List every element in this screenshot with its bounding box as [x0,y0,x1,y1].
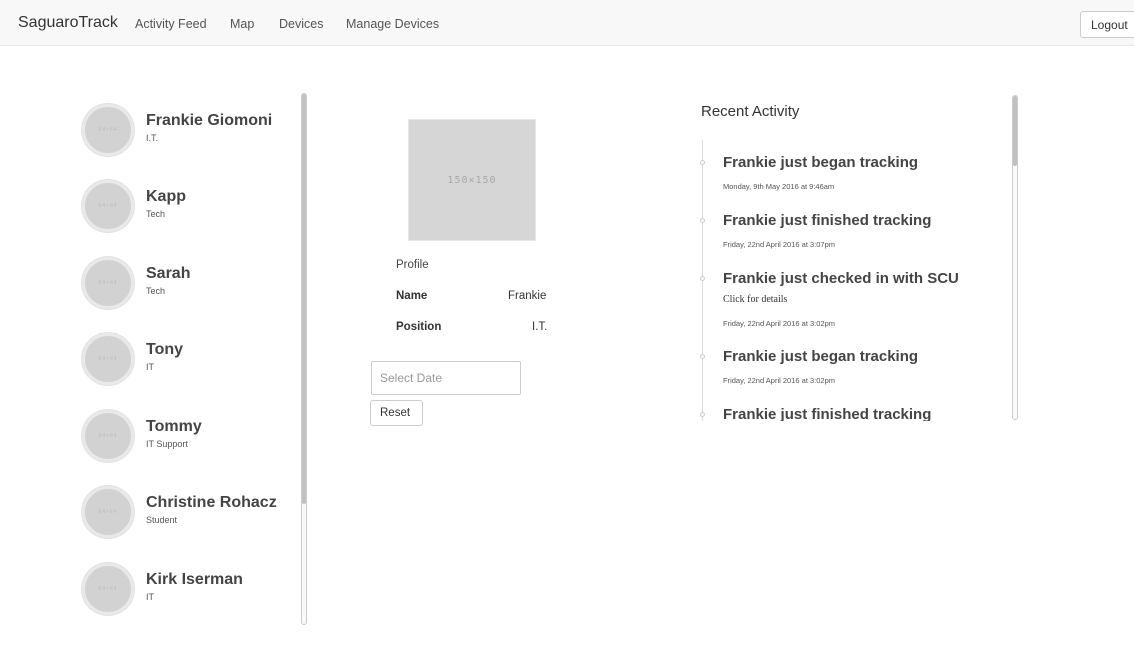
user-name: Frankie Giomoni [146,112,273,129]
timeline-dot [700,412,705,417]
avatar: 64×64 [82,333,134,385]
activity-scroll-thumb[interactable] [1013,96,1017,166]
avatar: 64×64 [82,104,134,156]
avatar: 64×64 [82,257,134,309]
user-role: Tech [146,286,166,296]
profile-heading: Profile [396,259,429,271]
user-name: Kapp [146,188,186,205]
user-name: Christine Rohacz [146,494,277,511]
user-item-kirk-iserman[interactable]: 64×64 Kirk Iserman IT [82,563,302,623]
user-role: Tech [146,209,166,219]
nav-manage-devices[interactable]: Manage Devices [346,17,439,31]
nav-activity-feed[interactable]: Activity Feed [135,17,207,31]
avatar: 64×64 [82,486,134,538]
avatar: 64×64 [82,180,134,232]
activity-time: Friday, 22nd April 2016 at 3:02pm [723,376,836,385]
avatar: 64×64 [82,410,134,462]
user-item-tony[interactable]: 64×64 Tony IT [82,333,302,393]
activity-heading: Frankie just finished tracking [723,212,932,229]
activity-time: Friday, 22nd April 2016 at 3:02pm [723,319,836,328]
brand-logo[interactable]: SaguaroTrack [18,14,118,32]
activity-scrollbar[interactable] [1012,95,1018,420]
timeline-dot [700,354,705,359]
user-name: Tommy [146,418,202,435]
position-value: I.T. [532,321,548,333]
activity-heading: Frankie just began tracking [723,154,919,171]
user-name: Kirk Iserman [146,571,243,588]
nav-devices[interactable]: Devices [279,17,323,31]
user-item-kapp[interactable]: 64×64 Kapp Tech [82,180,302,240]
name-value: Frankie [508,290,547,302]
timeline-dot [700,218,705,223]
user-name: Sarah [146,265,191,282]
position-label: Position [396,321,442,333]
user-list-scroll-thumb[interactable] [302,94,306,504]
user-item-christine-rohacz[interactable]: 64×64 Christine Rohacz Student [82,486,302,546]
name-label: Name [396,290,428,302]
activity-heading: Frankie just began tracking [723,348,919,365]
date-picker-input[interactable] [371,361,521,395]
nav-map[interactable]: Map [230,17,254,31]
user-list-scrollbar[interactable] [301,93,307,625]
profile-image-placeholder-text: 150×150 [447,175,497,186]
recent-activity-heading: Recent Activity [701,103,800,120]
activity-timeline[interactable]: Frankie just began tracking Monday, 9th … [700,140,1020,421]
user-role: IT [146,362,154,372]
activity-time: Monday, 9th May 2016 at 9:46am [723,182,835,191]
user-role: I.T. [146,133,159,143]
user-role: Student [146,515,178,525]
logout-button[interactable]: Logout [1080,11,1134,38]
user-item-tommy[interactable]: 64×64 Tommy IT Support [82,410,302,470]
top-navbar: SaguaroTrack Activity Feed Map Devices M… [0,0,1134,46]
avatar: 64×64 [82,563,134,615]
user-role: IT [146,592,154,602]
user-list[interactable]: 64×64 Frankie Giomoni I.T. 64×64 Kapp Te… [70,92,310,626]
activity-heading: Frankie just finished tracking [723,406,932,421]
reset-button[interactable]: Reset [370,400,423,426]
timeline-dot [700,160,705,165]
profile-image: 150×150 [408,119,536,241]
activity-details-link[interactable]: Click for details [723,294,787,305]
timeline-dot [700,276,705,281]
activity-heading: Frankie just checked in with SCU [723,270,959,287]
user-item-frankie-giomoni[interactable]: 64×64 Frankie Giomoni I.T. [82,104,302,164]
user-name: Tony [146,341,184,358]
user-item-sarah[interactable]: 64×64 Sarah Tech [82,257,302,317]
activity-time: Friday, 22nd April 2016 at 3:07pm [723,240,836,249]
user-role: IT Support [146,439,188,449]
